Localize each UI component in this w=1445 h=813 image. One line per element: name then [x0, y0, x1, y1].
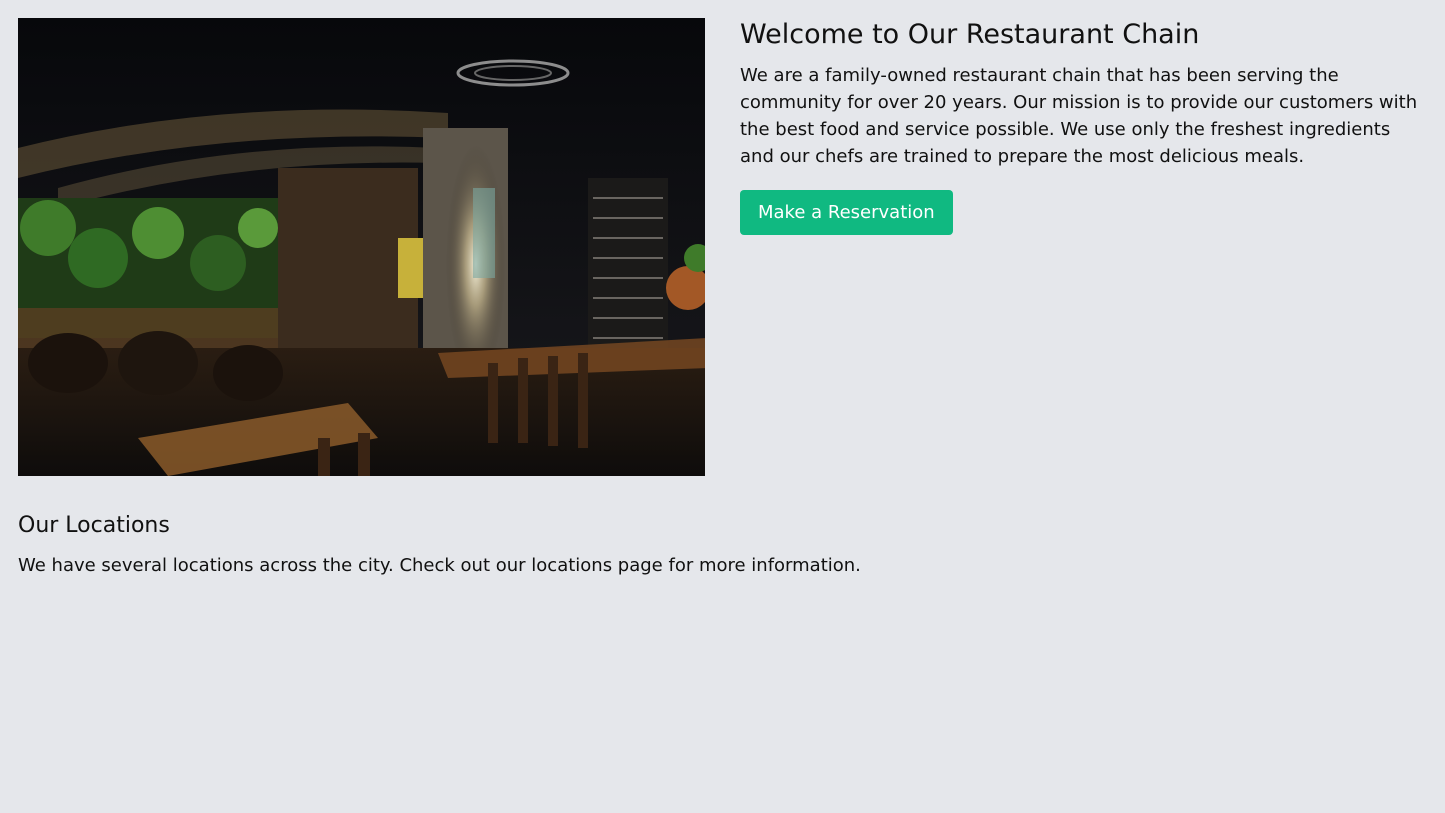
intro-description: We are a family-owned restaurant chain t…	[740, 65, 1418, 167]
restaurant-interior-image	[18, 18, 705, 476]
make-reservation-button[interactable]: Make a Reservation	[740, 190, 953, 235]
intro-section: Welcome to Our Restaurant Chain We are a…	[740, 18, 1425, 235]
locations-title: Our Locations	[18, 513, 170, 538]
page-title: Welcome to Our Restaurant Chain	[740, 19, 1200, 50]
locations-section: Our Locations We have several locations …	[18, 512, 1418, 579]
page: Welcome to Our Restaurant Chain We are a…	[0, 0, 1445, 813]
locations-description: We have several locations across the cit…	[18, 555, 861, 576]
